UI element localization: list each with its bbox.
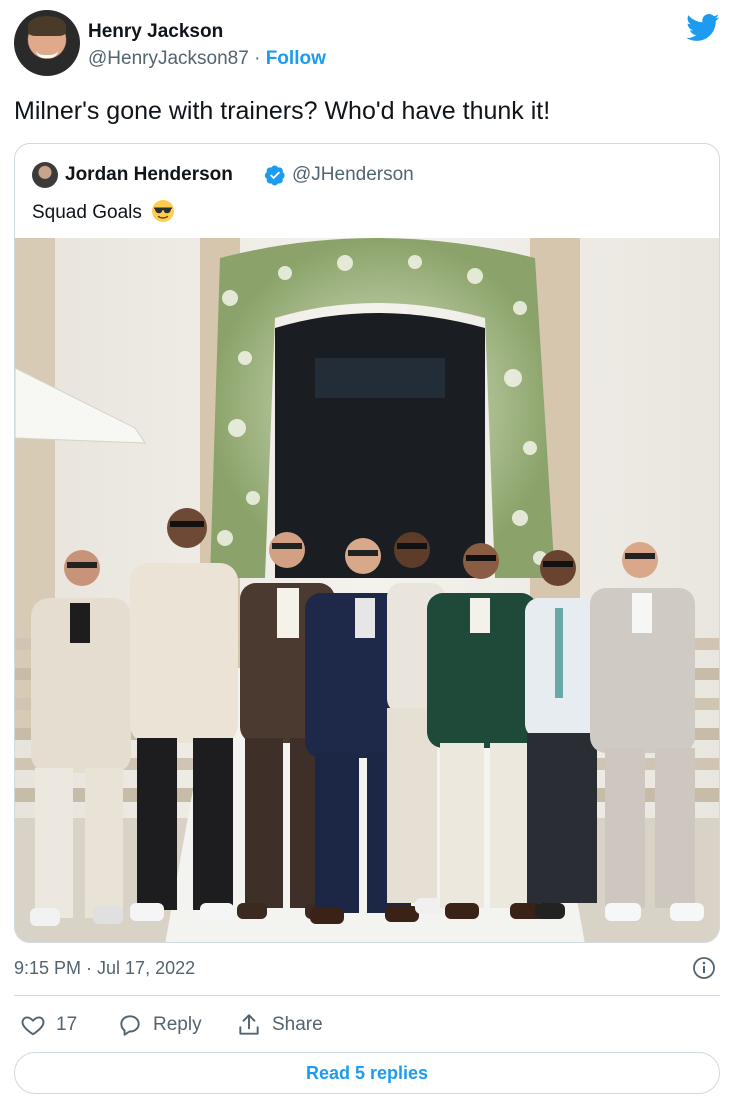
author-handle[interactable]: @HenryJackson87 [88,48,249,69]
sunglasses-emoji-icon [152,200,175,222]
tweet-timestamp[interactable]: 9:15 PM · Jul 17, 2022 [14,958,195,979]
like-button[interactable]: 17 [20,1010,77,1040]
author-avatar[interactable] [14,10,80,76]
action-bar: 17 Reply Share [14,1010,720,1040]
heart-icon [21,1016,45,1036]
tweet-header: Henry Jackson @HenryJackson87 · Follow [14,10,720,80]
author-handle-row: @HenryJackson87 · Follow [88,48,326,70]
avatar-hair [28,16,66,36]
handle-separator: · [254,48,261,69]
twitter-bird-icon[interactable] [686,14,720,42]
person-7 [525,550,600,919]
share-label: Share [272,1014,323,1035]
quoted-text: Squad Goals [32,202,142,223]
reply-button[interactable]: Reply [117,1010,202,1040]
author-name[interactable]: Henry Jackson [88,21,223,43]
verified-badge-icon [264,165,285,186]
share-upload-icon [239,1014,259,1035]
follow-button[interactable]: Follow [266,48,326,69]
group-photo[interactable] [15,238,720,943]
share-button[interactable]: Share [236,1010,323,1040]
read-replies-button[interactable]: Read 5 replies [14,1052,720,1094]
quoted-avatar[interactable] [32,162,58,188]
quoted-author-name[interactable]: Jordan Henderson [65,164,233,186]
avatar-smile [36,50,58,58]
reply-label: Reply [153,1014,202,1035]
quoted-text-row: Squad Goals [32,199,175,224]
divider [14,995,720,996]
like-count: 17 [56,1014,78,1035]
reply-bubble-icon [120,1015,140,1036]
info-icon[interactable] [692,956,716,980]
quoted-tweet[interactable]: Jordan Henderson @JHenderson Squad Goals [14,143,720,943]
quoted-author-handle[interactable]: @JHenderson [292,164,414,186]
tweet-text: Milner's gone with trainers? Who'd have … [14,97,551,125]
